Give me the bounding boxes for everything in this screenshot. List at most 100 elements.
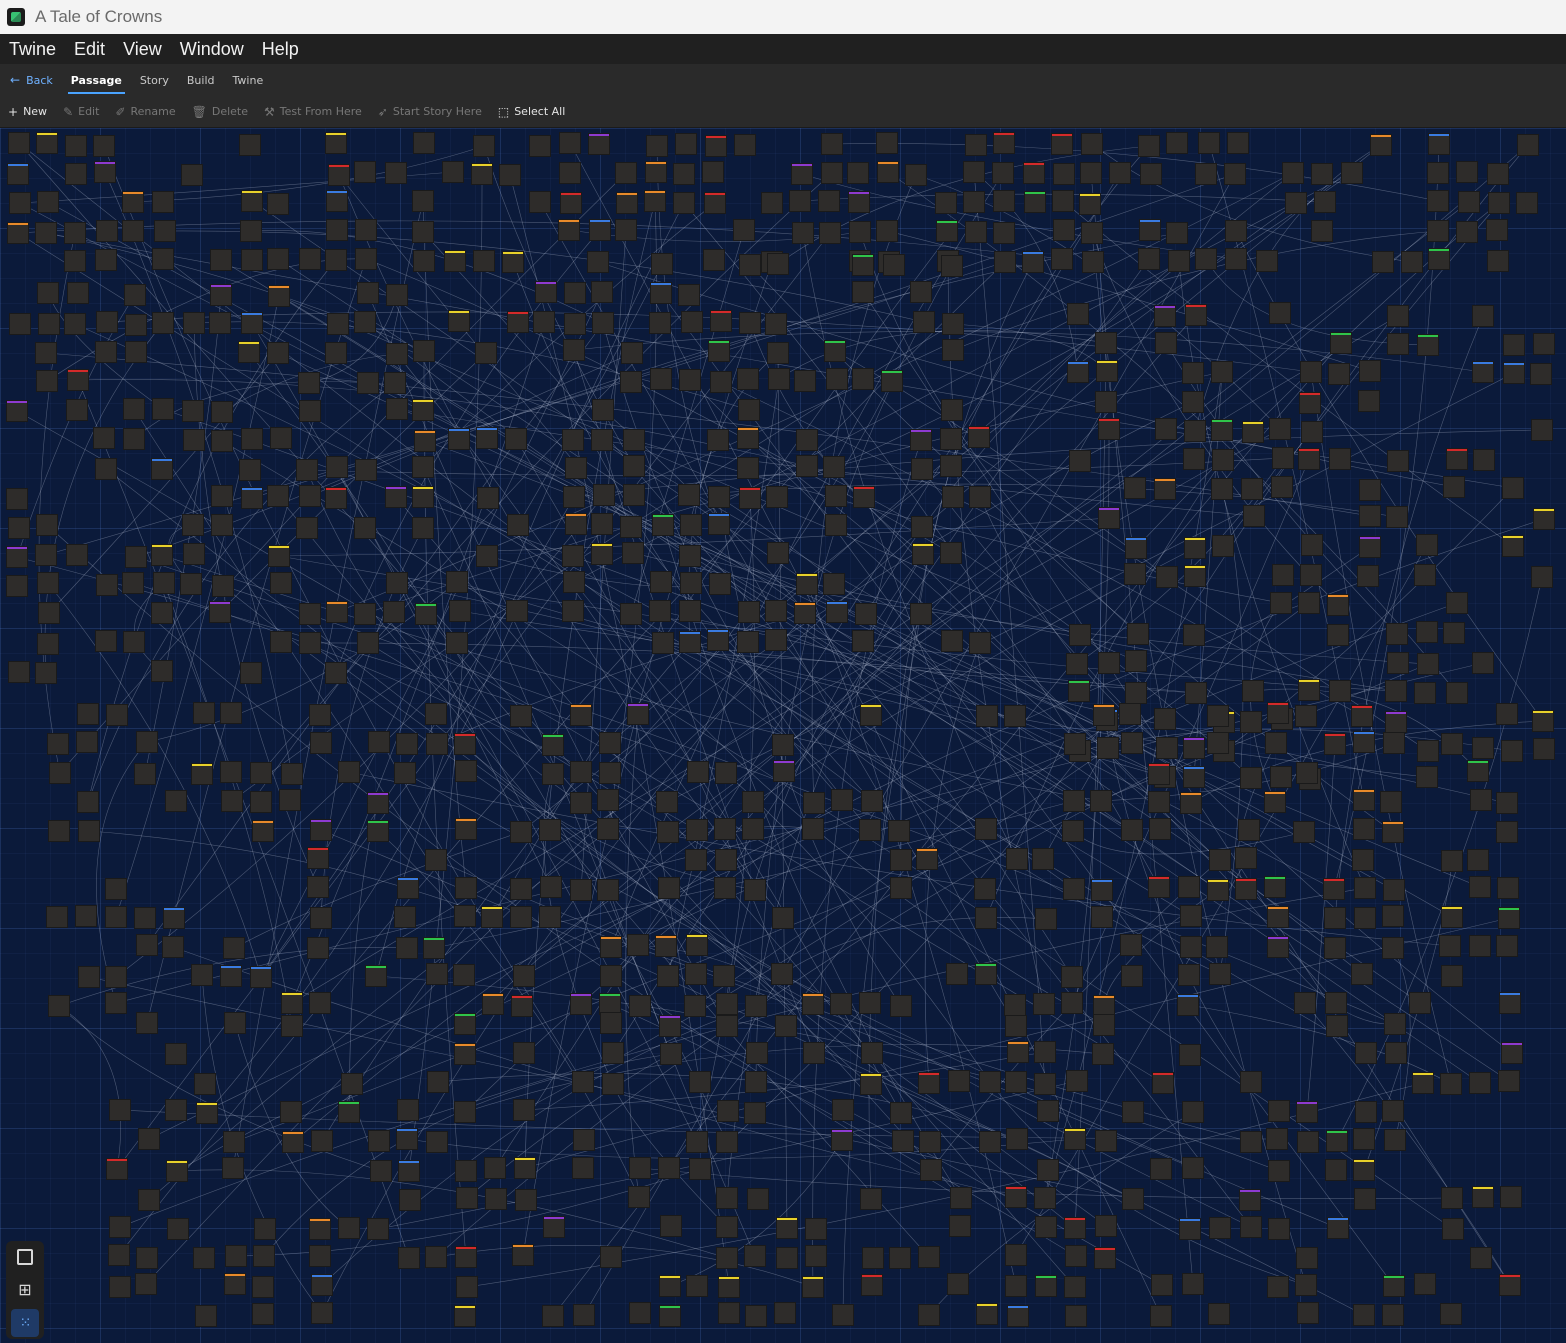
passage-card[interactable]: [1387, 333, 1409, 355]
passage-card[interactable]: [151, 458, 173, 480]
passage-card[interactable]: [1235, 878, 1257, 900]
passage-card[interactable]: [154, 220, 176, 242]
passage-card[interactable]: [95, 630, 117, 652]
passage-card[interactable]: [307, 847, 329, 869]
passage-card[interactable]: [768, 368, 790, 390]
passage-card[interactable]: [210, 249, 232, 271]
passage-card[interactable]: [1499, 1274, 1521, 1296]
passage-card[interactable]: [597, 789, 619, 811]
passage-card[interactable]: [918, 1304, 940, 1326]
passage-card[interactable]: [1382, 937, 1404, 959]
passage-card[interactable]: [965, 221, 987, 243]
passage-card[interactable]: [1296, 1247, 1318, 1269]
passage-card[interactable]: [1148, 763, 1170, 785]
passage-card[interactable]: [279, 789, 301, 811]
passage-card[interactable]: [535, 281, 557, 303]
passage-card[interactable]: [250, 791, 272, 813]
passage-card[interactable]: [1240, 767, 1262, 789]
passage-card[interactable]: [936, 220, 958, 242]
passage-card[interactable]: [138, 1189, 160, 1211]
passage-card[interactable]: [1148, 791, 1170, 813]
passage-card[interactable]: [716, 1247, 738, 1269]
passage-card[interactable]: [105, 878, 127, 900]
passage-card[interactable]: [715, 762, 737, 784]
passage-card[interactable]: [1499, 992, 1521, 1014]
passage-card[interactable]: [1301, 421, 1323, 443]
passage-card[interactable]: [686, 1275, 708, 1297]
passage-card[interactable]: [629, 995, 651, 1017]
passage-card[interactable]: [211, 401, 233, 423]
passage-card[interactable]: [993, 190, 1015, 212]
passage-card[interactable]: [507, 311, 529, 333]
passage-card[interactable]: [78, 966, 100, 988]
passage-card[interactable]: [1383, 879, 1405, 901]
passage-card[interactable]: [1225, 248, 1247, 270]
passage-card[interactable]: [254, 1218, 276, 1240]
passage-card[interactable]: [564, 282, 586, 304]
passage-card[interactable]: [270, 572, 292, 594]
passage-card[interactable]: [125, 314, 147, 336]
passage-card[interactable]: [794, 602, 816, 624]
passage-card[interactable]: [1241, 478, 1263, 500]
passage-card[interactable]: [940, 455, 962, 477]
passage-card[interactable]: [975, 963, 997, 985]
passage-card[interactable]: [397, 877, 419, 899]
passage-card[interactable]: [1063, 878, 1085, 900]
passage-card[interactable]: [1096, 360, 1118, 382]
passage-card[interactable]: [765, 629, 787, 651]
passage-card[interactable]: [1299, 392, 1321, 414]
passage-card[interactable]: [426, 1131, 448, 1153]
passage-card[interactable]: [1416, 534, 1438, 556]
passage-card[interactable]: [627, 934, 649, 956]
passage-card[interactable]: [1498, 907, 1520, 929]
passage-card[interactable]: [1323, 878, 1345, 900]
passage-card[interactable]: [448, 310, 470, 332]
passage-card[interactable]: [1227, 132, 1249, 154]
passage-card[interactable]: [710, 310, 732, 332]
passage-card[interactable]: [600, 965, 622, 987]
passage-card[interactable]: [1296, 762, 1318, 784]
passage-card[interactable]: [386, 343, 408, 365]
passage-card[interactable]: [1051, 248, 1073, 270]
passage-card[interactable]: [679, 631, 701, 653]
passage-card[interactable]: [66, 544, 88, 566]
passage-card[interactable]: [499, 164, 521, 186]
passage-card[interactable]: [802, 818, 824, 840]
passage-card[interactable]: [1269, 302, 1291, 324]
passage-card[interactable]: [299, 632, 321, 654]
passage-card[interactable]: [398, 1247, 420, 1269]
passage-card[interactable]: [563, 339, 585, 361]
select-all-button[interactable]: ⬚ Select All: [490, 105, 573, 119]
passage-card[interactable]: [325, 662, 347, 684]
passage-card[interactable]: [412, 399, 434, 421]
passage-card[interactable]: [687, 761, 709, 783]
passage-card[interactable]: [620, 516, 642, 538]
passage-card[interactable]: [745, 995, 767, 1017]
passage-card[interactable]: [338, 1217, 360, 1239]
passage-card[interactable]: [776, 1247, 798, 1269]
passage-card[interactable]: [191, 763, 213, 785]
passage-card[interactable]: [1382, 1304, 1404, 1326]
passage-card[interactable]: [109, 1216, 131, 1238]
passage-card[interactable]: [1325, 992, 1347, 1014]
passage-card[interactable]: [1166, 132, 1188, 154]
passage-card[interactable]: [1098, 507, 1120, 529]
passage-card[interactable]: [1095, 1215, 1117, 1237]
passage-card[interactable]: [1067, 361, 1089, 383]
passage-card[interactable]: [136, 731, 158, 753]
passage-card[interactable]: [1185, 304, 1207, 326]
passage-card[interactable]: [570, 993, 592, 1015]
passage-card[interactable]: [281, 992, 303, 1014]
passage-card[interactable]: [1156, 737, 1178, 759]
passage-card[interactable]: [832, 1099, 854, 1121]
passage-card[interactable]: [1195, 163, 1217, 185]
passage-card[interactable]: [134, 763, 156, 785]
passage-card[interactable]: [628, 1186, 650, 1208]
passage-card[interactable]: [533, 311, 555, 333]
passage-card[interactable]: [589, 219, 611, 241]
passage-card[interactable]: [737, 368, 759, 390]
passage-card[interactable]: [963, 161, 985, 183]
passage-card[interactable]: [529, 135, 551, 157]
passage-card[interactable]: [510, 821, 532, 843]
passage-card[interactable]: [252, 820, 274, 842]
